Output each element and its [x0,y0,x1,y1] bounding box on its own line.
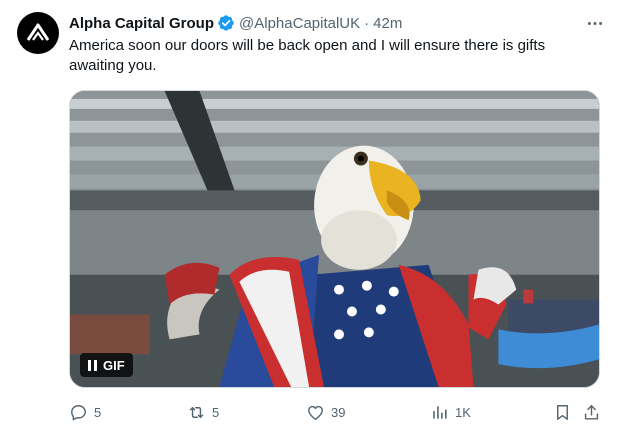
like-count: 39 [331,404,346,420]
gif-badge[interactable]: GIF [80,353,133,377]
tweet-card[interactable]: Alpha Capital Group @AlphaCapitalUK · 42… [0,0,625,436]
share-icon [584,404,599,420]
tweet-actions: 5 5 39 1K [69,398,600,426]
avatar[interactable] [17,12,59,54]
heart-icon [308,405,323,420]
retweet-icon [189,406,204,418]
tweet-header: Alpha Capital Group @AlphaCapitalUK · 42… [69,12,605,34]
timestamp[interactable]: 42m [373,15,402,32]
views-count: 1K [455,404,471,420]
gif-label: GIF [103,357,125,373]
like-button[interactable]: 39 [306,398,345,426]
views-chart-icon [433,405,447,419]
bookmark-icon [557,404,568,420]
gif-frame-image [70,91,599,387]
separator-dot: · [364,14,370,32]
reply-button[interactable]: 5 [69,398,101,426]
reply-icon [71,404,86,420]
reply-count: 5 [94,404,102,420]
gif-media[interactable]: GIF [69,90,600,388]
retweet-count: 5 [212,404,220,420]
bookmark-button[interactable] [553,398,572,426]
retweet-button[interactable]: 5 [187,398,219,426]
tweet-text: America soon our doors will be back open… [69,37,546,74]
pause-icon[interactable] [88,359,97,371]
verified-badge-icon [217,14,235,32]
alpha-logo-icon [26,23,50,41]
user-handle[interactable]: @AlphaCapitalUK [239,15,360,32]
more-options-icon[interactable] [585,14,605,32]
display-name[interactable]: Alpha Capital Group [69,15,214,32]
share-button[interactable] [582,398,601,426]
views-button[interactable]: 1K [430,398,471,426]
